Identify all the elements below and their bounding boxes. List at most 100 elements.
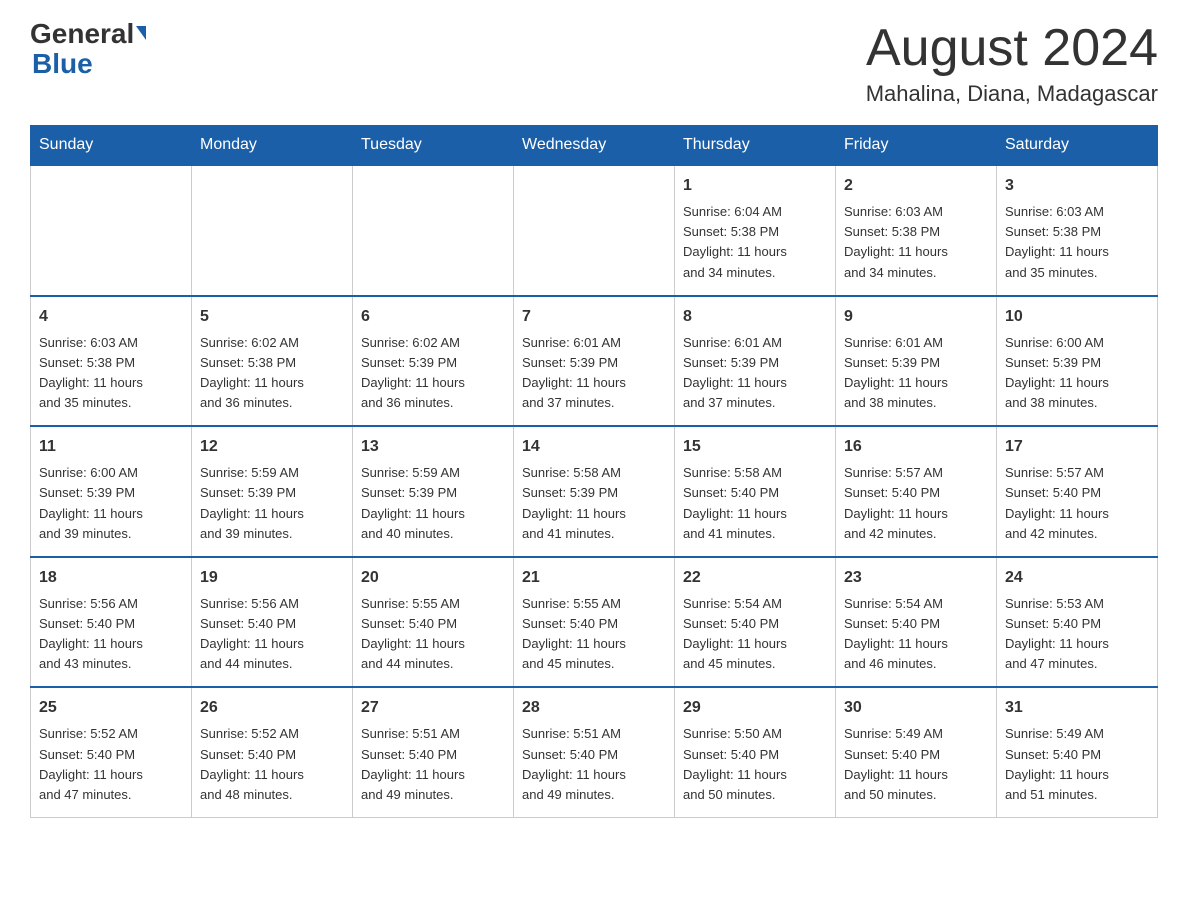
day-info: Sunrise: 5:58 AMSunset: 5:39 PMDaylight:… <box>522 463 666 544</box>
calendar-day-cell: 12 Sunrise: 5:59 AMSunset: 5:39 PMDayligh… <box>192 426 353 557</box>
header-tuesday: Tuesday <box>353 126 514 166</box>
day-number: 30 <box>844 696 988 720</box>
day-number: 9 <box>844 305 988 329</box>
calendar-day-cell: 24 Sunrise: 5:53 AMSunset: 5:40 PMDayligh… <box>997 557 1158 688</box>
calendar-day-cell: 31Sunrise: 5:49 AMSunset: 5:40 PMDayligh… <box>997 687 1158 817</box>
calendar-day-cell: 22Sunrise: 5:54 AMSunset: 5:40 PMDayligh… <box>675 557 836 688</box>
day-info: Sunrise: 6:02 AMSunset: 5:38 PMDaylight:… <box>200 333 344 414</box>
header-monday: Monday <box>192 126 353 166</box>
calendar-day-cell: 23 Sunrise: 5:54 AMSunset: 5:40 PMDayligh… <box>836 557 997 688</box>
calendar-day-cell: 20 Sunrise: 5:55 AMSunset: 5:40 PMDayligh… <box>353 557 514 688</box>
day-info: Sunrise: 5:50 AMSunset: 5:40 PMDaylight:… <box>683 724 827 805</box>
day-info: Sunrise: 6:02 AMSunset: 5:39 PMDaylight:… <box>361 333 505 414</box>
calendar-day-cell: 25 Sunrise: 5:52 AMSunset: 5:40 PMDayligh… <box>31 687 192 817</box>
day-number: 2 <box>844 174 988 198</box>
day-number: 1 <box>683 174 827 198</box>
day-info: Sunrise: 5:51 AMSunset: 5:40 PMDaylight:… <box>361 724 505 805</box>
day-number: 31 <box>1005 696 1149 720</box>
calendar-day-cell: 21 Sunrise: 5:55 AMSunset: 5:40 PMDayligh… <box>514 557 675 688</box>
day-info: Sunrise: 5:55 AMSunset: 5:40 PMDaylight:… <box>522 594 666 675</box>
day-info: Sunrise: 6:01 AMSunset: 5:39 PMDaylight:… <box>844 333 988 414</box>
calendar-day-cell: 26 Sunrise: 5:52 AMSunset: 5:40 PMDayligh… <box>192 687 353 817</box>
day-number: 7 <box>522 305 666 329</box>
day-number: 26 <box>200 696 344 720</box>
day-number: 13 <box>361 435 505 459</box>
calendar-day-cell: 19Sunrise: 5:56 AMSunset: 5:40 PMDayligh… <box>192 557 353 688</box>
day-info: Sunrise: 5:59 AMSunset: 5:39 PMDaylight:… <box>200 463 344 544</box>
day-number: 18 <box>39 566 183 590</box>
calendar-day-cell: 2Sunrise: 6:03 AMSunset: 5:38 PMDaylight… <box>836 165 997 296</box>
calendar-day-cell: 9 Sunrise: 6:01 AMSunset: 5:39 PMDaylight… <box>836 296 997 427</box>
calendar-day-cell: 15 Sunrise: 5:58 AMSunset: 5:40 PMDayligh… <box>675 426 836 557</box>
calendar-day-cell: 10 Sunrise: 6:00 AMSunset: 5:39 PMDayligh… <box>997 296 1158 427</box>
day-info: Sunrise: 5:57 AMSunset: 5:40 PMDaylight:… <box>1005 463 1149 544</box>
calendar-day-cell: 13 Sunrise: 5:59 AMSunset: 5:39 PMDayligh… <box>353 426 514 557</box>
calendar-day-cell: 18 Sunrise: 5:56 AMSunset: 5:40 PMDayligh… <box>31 557 192 688</box>
header-wednesday: Wednesday <box>514 126 675 166</box>
calendar-day-cell: 1 Sunrise: 6:04 AMSunset: 5:38 PMDaylight… <box>675 165 836 296</box>
header-thursday: Thursday <box>675 126 836 166</box>
day-number: 10 <box>1005 305 1149 329</box>
day-number: 19 <box>200 566 344 590</box>
calendar-day-cell: 30 Sunrise: 5:49 AMSunset: 5:40 PMDayligh… <box>836 687 997 817</box>
day-number: 15 <box>683 435 827 459</box>
day-number: 5 <box>200 305 344 329</box>
calendar-day-cell: 16 Sunrise: 5:57 AMSunset: 5:40 PMDayligh… <box>836 426 997 557</box>
calendar-week-row: 1 Sunrise: 6:04 AMSunset: 5:38 PMDaylight… <box>31 165 1158 296</box>
calendar-table: Sunday Monday Tuesday Wednesday Thursday… <box>30 125 1158 818</box>
day-info: Sunrise: 6:04 AMSunset: 5:38 PMDaylight:… <box>683 202 827 283</box>
day-number: 16 <box>844 435 988 459</box>
day-info: Sunrise: 5:58 AMSunset: 5:40 PMDaylight:… <box>683 463 827 544</box>
day-info: Sunrise: 5:52 AMSunset: 5:40 PMDaylight:… <box>39 724 183 805</box>
logo-triangle-icon <box>136 26 146 40</box>
day-info: Sunrise: 5:52 AMSunset: 5:40 PMDaylight:… <box>200 724 344 805</box>
day-number: 25 <box>39 696 183 720</box>
day-info: Sunrise: 5:59 AMSunset: 5:39 PMDaylight:… <box>361 463 505 544</box>
logo-general: General <box>30 20 146 48</box>
day-info: Sunrise: 6:03 AMSunset: 5:38 PMDaylight:… <box>1005 202 1149 283</box>
day-info: Sunrise: 5:54 AMSunset: 5:40 PMDaylight:… <box>683 594 827 675</box>
calendar-day-cell: 29Sunrise: 5:50 AMSunset: 5:40 PMDayligh… <box>675 687 836 817</box>
day-info: Sunrise: 5:54 AMSunset: 5:40 PMDaylight:… <box>844 594 988 675</box>
day-number: 4 <box>39 305 183 329</box>
calendar-week-row: 25 Sunrise: 5:52 AMSunset: 5:40 PMDayligh… <box>31 687 1158 817</box>
calendar-day-cell: 11Sunrise: 6:00 AMSunset: 5:39 PMDayligh… <box>31 426 192 557</box>
day-number: 12 <box>200 435 344 459</box>
day-info: Sunrise: 5:49 AMSunset: 5:40 PMDaylight:… <box>844 724 988 805</box>
header-sunday: Sunday <box>31 126 192 166</box>
day-number: 8 <box>683 305 827 329</box>
logo-blue: Blue <box>32 50 93 78</box>
day-info: Sunrise: 5:56 AMSunset: 5:40 PMDaylight:… <box>39 594 183 675</box>
day-number: 6 <box>361 305 505 329</box>
day-number: 24 <box>1005 566 1149 590</box>
calendar-day-cell: 8 Sunrise: 6:01 AMSunset: 5:39 PMDaylight… <box>675 296 836 427</box>
day-info: Sunrise: 6:01 AMSunset: 5:39 PMDaylight:… <box>683 333 827 414</box>
day-info: Sunrise: 5:57 AMSunset: 5:40 PMDaylight:… <box>844 463 988 544</box>
calendar-day-cell: 17 Sunrise: 5:57 AMSunset: 5:40 PMDayligh… <box>997 426 1158 557</box>
calendar-day-cell: 4 Sunrise: 6:03 AMSunset: 5:38 PMDaylight… <box>31 296 192 427</box>
calendar-day-cell: 27 Sunrise: 5:51 AMSunset: 5:40 PMDayligh… <box>353 687 514 817</box>
day-info: Sunrise: 5:55 AMSunset: 5:40 PMDaylight:… <box>361 594 505 675</box>
day-number: 3 <box>1005 174 1149 198</box>
calendar-day-cell <box>514 165 675 296</box>
header-friday: Friday <box>836 126 997 166</box>
day-info: Sunrise: 6:00 AMSunset: 5:39 PMDaylight:… <box>1005 333 1149 414</box>
day-number: 20 <box>361 566 505 590</box>
calendar-title: August 2024 <box>866 20 1158 77</box>
day-number: 28 <box>522 696 666 720</box>
day-number: 23 <box>844 566 988 590</box>
day-number: 27 <box>361 696 505 720</box>
calendar-day-cell: 14Sunrise: 5:58 AMSunset: 5:39 PMDayligh… <box>514 426 675 557</box>
day-number: 17 <box>1005 435 1149 459</box>
calendar-week-row: 18 Sunrise: 5:56 AMSunset: 5:40 PMDayligh… <box>31 557 1158 688</box>
day-info: Sunrise: 6:03 AMSunset: 5:38 PMDaylight:… <box>39 333 183 414</box>
page-header: General Blue August 2024 Mahalina, Diana… <box>30 20 1158 107</box>
logo: General Blue <box>30 20 146 78</box>
calendar-day-cell: 6 Sunrise: 6:02 AMSunset: 5:39 PMDaylight… <box>353 296 514 427</box>
day-number: 21 <box>522 566 666 590</box>
day-info: Sunrise: 5:53 AMSunset: 5:40 PMDaylight:… <box>1005 594 1149 675</box>
weekday-header-row: Sunday Monday Tuesday Wednesday Thursday… <box>31 126 1158 166</box>
calendar-day-cell: 5 Sunrise: 6:02 AMSunset: 5:38 PMDaylight… <box>192 296 353 427</box>
day-info: Sunrise: 5:51 AMSunset: 5:40 PMDaylight:… <box>522 724 666 805</box>
calendar-week-row: 4 Sunrise: 6:03 AMSunset: 5:38 PMDaylight… <box>31 296 1158 427</box>
